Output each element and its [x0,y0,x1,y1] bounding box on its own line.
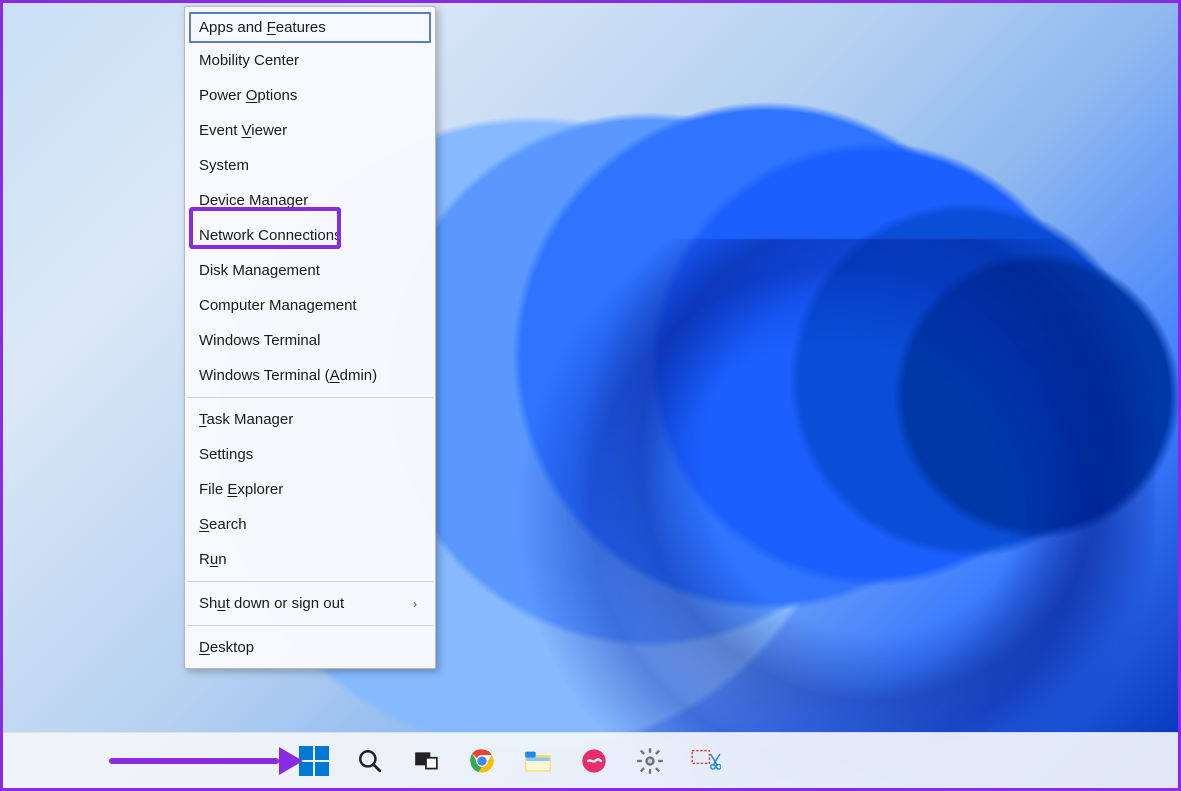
menu-item-system[interactable]: System [185,148,435,183]
menu-separator [187,581,433,582]
snipping-tool-button[interactable] [689,744,723,778]
winx-context-menu: Apps and Features Mobility Center Power Op… [184,6,436,669]
start-button[interactable] [297,744,331,778]
task-view-button[interactable] [409,744,443,778]
task-view-icon [413,748,439,774]
menu-item-power-options[interactable]: Power Options [185,78,435,113]
menu-item-task-manager[interactable]: Task Manager [185,402,435,437]
menu-item-label: Device Manager [199,192,308,209]
menu-item-label: Run [199,551,227,568]
menu-item-label: Network Connections [199,227,342,244]
menu-item-desktop[interactable]: Desktop [185,630,435,665]
settings-icon [636,747,664,775]
search-icon [357,748,383,774]
menu-item-label: Windows Terminal [199,332,320,349]
menu-item-windows-terminal[interactable]: Windows Terminal [185,323,435,358]
menu-item-run[interactable]: Run [185,542,435,577]
menu-item-label: Settings [199,446,253,463]
settings-button[interactable] [633,744,667,778]
menu-item-settings[interactable]: Settings [185,437,435,472]
menu-separator [187,625,433,626]
menu-item-event-viewer[interactable]: Event Viewer [185,113,435,148]
menu-item-mobility-center[interactable]: Mobility Center [185,43,435,78]
menu-separator [187,397,433,398]
menu-item-disk-management[interactable]: Disk Management [185,253,435,288]
menu-item-label: Apps and Features [199,19,326,36]
search-button[interactable] [353,744,387,778]
menu-item-shut-down-or-sign-out[interactable]: Shut down or sign out › [185,586,435,621]
menu-item-label: Desktop [199,639,254,656]
menu-item-label: File Explorer [199,481,283,498]
menu-item-label: Search [199,516,247,533]
file-explorer-icon [524,748,552,774]
snipping-tool-icon [691,748,721,774]
menu-item-file-explorer[interactable]: File Explorer [185,472,435,507]
desktop-wallpaper [3,3,1178,788]
file-explorer-button[interactable] [521,744,555,778]
menu-item-label: Mobility Center [199,52,299,69]
menu-item-label: Shut down or sign out [199,595,344,612]
chevron-right-icon: › [413,597,417,611]
menu-item-windows-terminal-admin[interactable]: Windows Terminal (Admin) [185,358,435,393]
taskbar [3,732,1178,788]
menu-item-label: System [199,157,249,174]
media-app-button[interactable] [577,744,611,778]
menu-item-computer-management[interactable]: Computer Management [185,288,435,323]
menu-item-label: Task Manager [199,411,293,428]
media-app-icon [580,747,608,775]
chrome-button[interactable] [465,744,499,778]
menu-item-label: Computer Management [199,297,357,314]
menu-item-label: Event Viewer [199,122,287,139]
menu-item-apps-and-features[interactable]: Apps and Features [189,12,431,43]
menu-item-device-manager[interactable]: Device Manager [185,183,435,218]
menu-item-label: Power Options [199,87,297,104]
menu-item-search[interactable]: Search [185,507,435,542]
windows-logo-icon [299,746,329,776]
menu-item-network-connections[interactable]: Network Connections [185,218,435,253]
chrome-icon [468,747,496,775]
menu-item-label: Disk Management [199,262,320,279]
menu-item-label: Windows Terminal (Admin) [199,367,377,384]
